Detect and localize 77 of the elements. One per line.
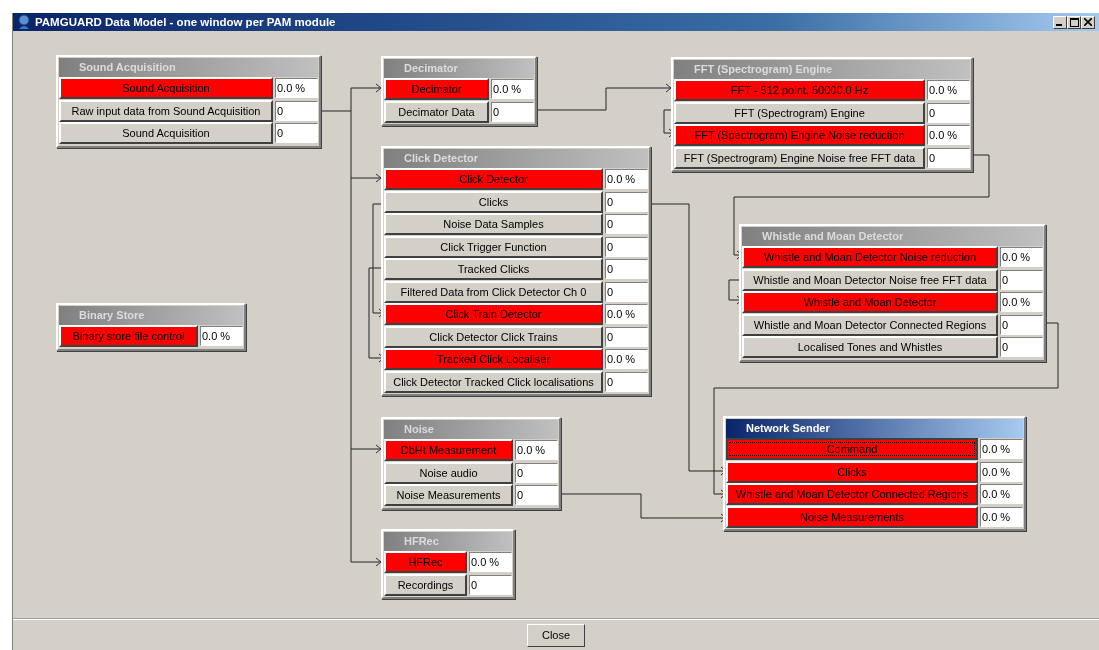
value-field: 0.0 %: [927, 80, 970, 100]
value-field: 0: [515, 462, 558, 483]
value-field: 0: [1000, 269, 1043, 290]
value-field: 0: [927, 102, 970, 123]
value-field: 0: [605, 259, 648, 279]
minimize-button[interactable]: [1053, 15, 1067, 29]
data-block-button[interactable]: Whistle and Moan Detector: [742, 291, 998, 313]
data-block-button[interactable]: Whistle and Moan Detector Connected Regions: [742, 313, 998, 336]
value-field: 0: [491, 101, 534, 122]
data-block-button[interactable]: FFT (Spectrogram) Engine: [674, 101, 925, 124]
data-block-button[interactable]: Noise Data Samples: [384, 213, 603, 235]
data-block-button[interactable]: HFRec: [384, 551, 467, 573]
data-block-button[interactable]: Clicks: [726, 460, 978, 483]
data-block-button[interactable]: Click Detector Click Trains: [384, 325, 603, 348]
close-icon: [1084, 18, 1092, 26]
data-block-button[interactable]: Click Trigger Function: [384, 235, 603, 258]
value-field: 0: [275, 100, 318, 121]
value-field: 0: [1000, 337, 1043, 357]
value-field: 0: [1000, 314, 1043, 335]
data-block-button[interactable]: Recordings: [384, 573, 467, 596]
value-field: 0.0 %: [980, 484, 1023, 504]
value-field: 0.0 %: [200, 326, 243, 346]
value-field: 0.0 %: [605, 169, 648, 189]
maximize-icon: [1069, 17, 1079, 27]
data-block-button[interactable]: Whistle and Moan Detector Connected Regions: [726, 483, 978, 505]
value-field: 0: [605, 326, 648, 347]
data-block-button[interactable]: Decimator Data: [384, 100, 489, 123]
value-field: 0: [515, 485, 558, 505]
data-block-button[interactable]: FFT (Spectrogram) Engine Noise reduction: [674, 124, 925, 146]
value-field: 0: [275, 123, 318, 143]
data-block-button[interactable]: Filtered Data from Click Detector Ch 0: [384, 280, 603, 303]
module-title[interactable]: Network Sender: [726, 419, 1023, 438]
data-block-button[interactable]: Raw input data from Sound Acquisition: [59, 99, 273, 122]
data-block-button[interactable]: Tracked Clicks: [384, 258, 603, 280]
value-field: 0.0 %: [515, 440, 558, 460]
value-field: 0.0 %: [980, 439, 1023, 459]
value-field: 0: [605, 214, 648, 234]
data-block-button[interactable]: Whistle and Moan Detector Noise free FFT data: [742, 268, 998, 291]
app-icon: [16, 14, 32, 30]
data-block-button[interactable]: FFT (Spectrogram) Engine Noise free FFT data: [674, 146, 925, 169]
data-block-button[interactable]: Sound Acquisition: [59, 122, 273, 144]
data-block-button[interactable]: Sound Acquisition: [59, 77, 273, 99]
data-block-button[interactable]: Click Detector: [384, 168, 603, 190]
value-field: 0: [605, 281, 648, 302]
data-block-button[interactable]: Binary store file control: [59, 325, 198, 347]
value-field: 0.0 %: [275, 78, 318, 98]
value-field: 0: [605, 371, 648, 392]
value-field: 0.0 %: [491, 79, 534, 99]
data-block-button[interactable]: Click Train Detector: [384, 303, 603, 325]
value-field: 0.0 %: [980, 506, 1023, 527]
close-button[interactable]: Close: [527, 623, 585, 647]
value-field: 0.0 %: [469, 552, 512, 572]
maximize-button[interactable]: [1067, 15, 1081, 29]
data-block-button[interactable]: Localised Tones and Whistles: [742, 336, 998, 358]
value-field: 0.0 %: [605, 349, 648, 369]
value-field: 0.0 %: [605, 304, 648, 324]
data-block-button[interactable]: Clicks: [384, 190, 603, 213]
data-block-button[interactable]: Click Detector Tracked Click localisations: [384, 370, 603, 393]
data-block-button[interactable]: Tracked Click Localiser: [384, 348, 603, 370]
close-button[interactable]: [1081, 15, 1095, 29]
data-block-button[interactable]: Command: [726, 438, 978, 460]
value-field: 0.0 %: [1000, 247, 1043, 267]
data-block-button[interactable]: FFT - 512 point, 50000.0 Hz: [674, 79, 925, 101]
value-field: 0.0 %: [980, 461, 1023, 482]
value-field: 0: [469, 574, 512, 595]
value-field: 0.0 %: [1000, 292, 1043, 312]
value-field: 0: [605, 191, 648, 212]
window-title: PAMGUARD Data Model - one window per PAM module: [35, 16, 336, 28]
data-block-button[interactable]: DbHt Measurement: [384, 439, 513, 461]
data-block-button[interactable]: Noise Measurements: [726, 505, 978, 528]
data-block-button[interactable]: Whistle and Moan Detector Noise reduction: [742, 246, 998, 268]
data-block-button[interactable]: Noise Measurements: [384, 484, 513, 506]
data-block-button[interactable]: Noise audio: [384, 461, 513, 484]
value-field: 0: [605, 236, 648, 257]
data-block-button[interactable]: Decimator: [384, 78, 489, 100]
value-field: 0.0 %: [927, 125, 970, 145]
value-field: 0: [927, 147, 970, 168]
